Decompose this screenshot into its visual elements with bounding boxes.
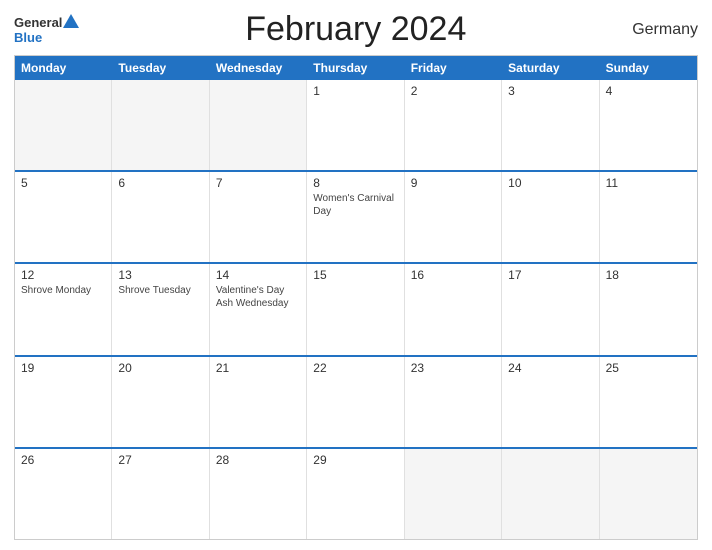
day-number: 22 bbox=[313, 361, 397, 375]
day-number: 18 bbox=[606, 268, 691, 282]
day-number: 12 bbox=[21, 268, 105, 282]
day-number: 7 bbox=[216, 176, 300, 190]
day-of-week-wednesday: Wednesday bbox=[210, 56, 307, 80]
week-row-5: 26 27 28 29 bbox=[15, 447, 697, 539]
day-of-week-sunday: Sunday bbox=[600, 56, 697, 80]
cal-cell-5-7 bbox=[600, 449, 697, 539]
cal-cell-3-5: 16 bbox=[405, 264, 502, 354]
day-of-week-thursday: Thursday bbox=[307, 56, 404, 80]
week-row-4: 19 20 21 22 23 24 25 bbox=[15, 355, 697, 447]
day-number: 20 bbox=[118, 361, 202, 375]
logo-general-text: General bbox=[14, 15, 62, 30]
day-of-week-tuesday: Tuesday bbox=[112, 56, 209, 80]
day-number: 19 bbox=[21, 361, 105, 375]
cal-cell-2-1: 5 bbox=[15, 172, 112, 262]
cal-cell-5-5 bbox=[405, 449, 502, 539]
day-number: 1 bbox=[313, 84, 397, 98]
cal-cell-3-4: 15 bbox=[307, 264, 404, 354]
logo-blue-text: Blue bbox=[14, 30, 42, 45]
cal-cell-3-7: 18 bbox=[600, 264, 697, 354]
cal-cell-1-7: 4 bbox=[600, 80, 697, 170]
day-number: 15 bbox=[313, 268, 397, 282]
cal-cell-2-5: 9 bbox=[405, 172, 502, 262]
week-row-1: 1234 bbox=[15, 80, 697, 170]
cal-cell-3-6: 17 bbox=[502, 264, 599, 354]
day-event: Valentine's Day bbox=[216, 284, 300, 297]
day-number: 26 bbox=[21, 453, 105, 467]
day-number: 21 bbox=[216, 361, 300, 375]
cal-cell-4-1: 19 bbox=[15, 357, 112, 447]
cal-cell-3-2: 13 Shrove Tuesday bbox=[112, 264, 209, 354]
cal-cell-4-4: 22 bbox=[307, 357, 404, 447]
day-number: 27 bbox=[118, 453, 202, 467]
cal-cell-4-6: 24 bbox=[502, 357, 599, 447]
day-number: 8 bbox=[313, 176, 397, 190]
day-event: Women's Carnival Day bbox=[313, 192, 397, 218]
cal-cell-1-3 bbox=[210, 80, 307, 170]
day-number: 29 bbox=[313, 453, 397, 467]
cal-cell-5-1: 26 bbox=[15, 449, 112, 539]
cal-cell-1-2 bbox=[112, 80, 209, 170]
cal-cell-1-5: 2 bbox=[405, 80, 502, 170]
page: General Blue February 2024 Germany Monda… bbox=[0, 0, 712, 550]
day-number: 6 bbox=[118, 176, 202, 190]
month-title: February 2024 bbox=[245, 10, 466, 49]
day-number: 25 bbox=[606, 361, 691, 375]
calendar: MondayTuesdayWednesdayThursdayFridaySatu… bbox=[14, 55, 698, 540]
day-number: 13 bbox=[118, 268, 202, 282]
cal-cell-1-1 bbox=[15, 80, 112, 170]
day-number: 17 bbox=[508, 268, 592, 282]
cal-cell-3-3: 14 Valentine's DayAsh Wednesday bbox=[210, 264, 307, 354]
day-number: 28 bbox=[216, 453, 300, 467]
cal-cell-5-2: 27 bbox=[112, 449, 209, 539]
week-row-2: 5678 Women's Carnival Day 9 10 11 bbox=[15, 170, 697, 262]
day-of-week-saturday: Saturday bbox=[502, 56, 599, 80]
day-of-week-friday: Friday bbox=[405, 56, 502, 80]
header: General Blue February 2024 Germany bbox=[14, 10, 698, 49]
day-number: 14 bbox=[216, 268, 300, 282]
cal-cell-3-1: 12 Shrove Monday bbox=[15, 264, 112, 354]
calendar-body: 12345678Women's Carnival Day9101112Shrov… bbox=[15, 80, 697, 539]
cal-cell-5-3: 28 bbox=[210, 449, 307, 539]
day-event: Shrove Tuesday bbox=[118, 284, 202, 297]
day-number: 4 bbox=[606, 84, 691, 98]
day-number: 11 bbox=[606, 176, 691, 190]
day-number: 23 bbox=[411, 361, 495, 375]
cal-cell-5-4: 29 bbox=[307, 449, 404, 539]
cal-cell-4-2: 20 bbox=[112, 357, 209, 447]
day-number: 10 bbox=[508, 176, 592, 190]
day-event: Shrove Monday bbox=[21, 284, 105, 297]
cal-cell-4-7: 25 bbox=[600, 357, 697, 447]
cal-cell-2-3: 7 bbox=[210, 172, 307, 262]
logo-triangle-icon bbox=[63, 14, 79, 28]
day-event: Ash Wednesday bbox=[216, 297, 300, 310]
cal-cell-4-5: 23 bbox=[405, 357, 502, 447]
cal-cell-2-7: 11 bbox=[600, 172, 697, 262]
country-label: Germany bbox=[632, 21, 698, 39]
cal-cell-1-6: 3 bbox=[502, 80, 599, 170]
cal-cell-2-2: 6 bbox=[112, 172, 209, 262]
cal-cell-2-6: 10 bbox=[502, 172, 599, 262]
day-of-week-monday: Monday bbox=[15, 56, 112, 80]
day-number: 5 bbox=[21, 176, 105, 190]
day-number: 24 bbox=[508, 361, 592, 375]
cal-cell-4-3: 21 bbox=[210, 357, 307, 447]
cal-cell-1-4: 1 bbox=[307, 80, 404, 170]
day-number: 2 bbox=[411, 84, 495, 98]
day-number: 9 bbox=[411, 176, 495, 190]
logo: General Blue bbox=[14, 14, 79, 45]
day-number: 16 bbox=[411, 268, 495, 282]
cal-cell-5-6 bbox=[502, 449, 599, 539]
day-number: 3 bbox=[508, 84, 592, 98]
week-row-3: 12 Shrove Monday 13 Shrove Tuesday 14 Valenti… bbox=[15, 262, 697, 354]
cal-cell-2-4: 8 Women's Carnival Day bbox=[307, 172, 404, 262]
calendar-header: MondayTuesdayWednesdayThursdayFridaySatu… bbox=[15, 56, 697, 80]
